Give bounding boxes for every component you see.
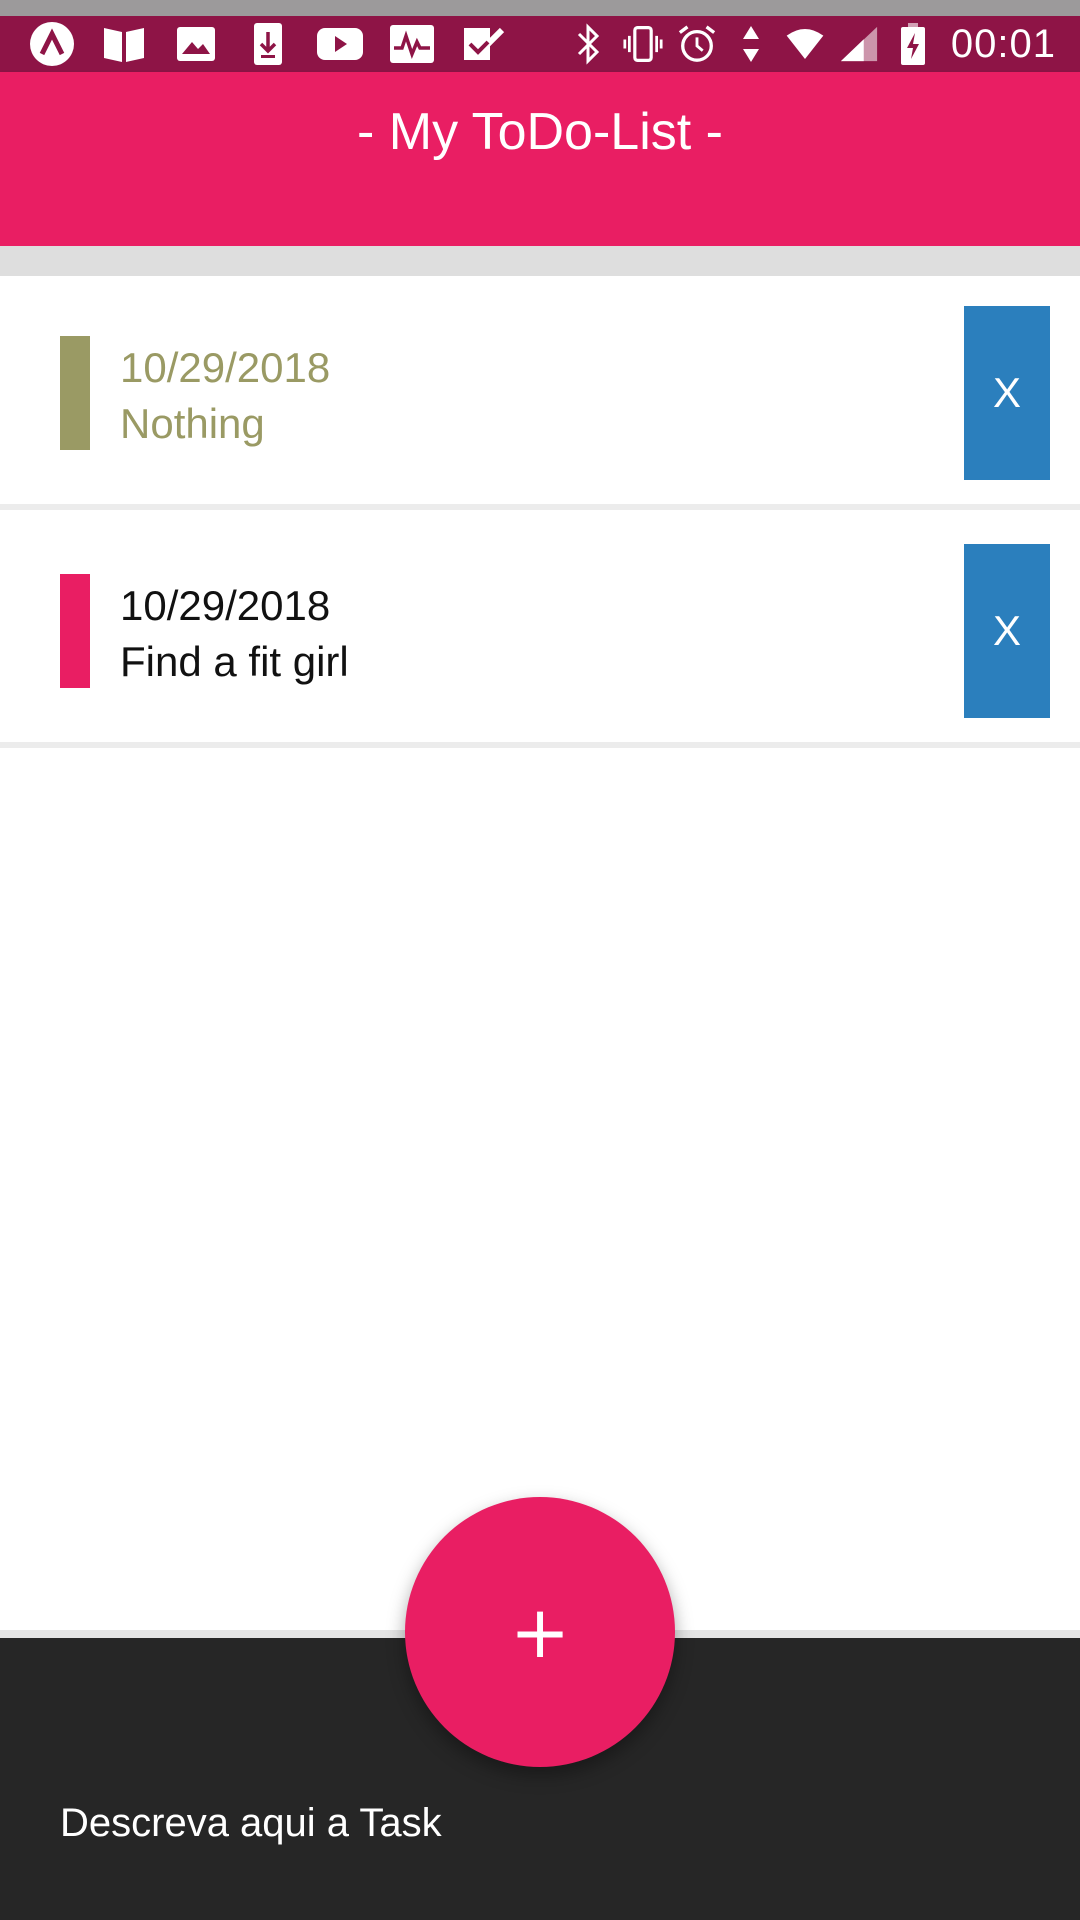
battery-charging-icon (893, 22, 933, 66)
notification-icons (26, 16, 510, 72)
app-bar: - My ToDo-List - (0, 72, 1080, 246)
vibrate-icon (623, 22, 663, 66)
data-arrows-icon (731, 22, 771, 66)
bluetooth-icon (569, 22, 609, 66)
download-icon (242, 22, 294, 66)
status-bar: 00:01 (0, 0, 1080, 72)
task-date: 10/29/2018 (120, 582, 331, 629)
wifi-icon (785, 22, 825, 66)
youtube-icon (314, 22, 366, 66)
system-icons: 00:01 (569, 16, 1056, 72)
task-color-marker (60, 574, 90, 688)
delete-task-button[interactable]: X (964, 544, 1050, 718)
image-icon (170, 22, 222, 66)
task-description-input[interactable] (60, 1788, 1020, 1858)
task-item[interactable]: 10/29/2018 Nothing X (0, 276, 1080, 510)
task-color-marker (60, 336, 90, 450)
task-text: Nothing (120, 400, 265, 447)
activity-icon (386, 22, 438, 66)
status-time: 00:01 (950, 21, 1056, 66)
task-date: 10/29/2018 (120, 344, 331, 391)
divider (0, 246, 1080, 276)
add-task-button[interactable]: + (405, 1497, 675, 1767)
alarm-icon (677, 22, 717, 66)
page-title: - My ToDo-List - (357, 103, 723, 161)
check-icon (458, 22, 510, 66)
signal-icon (839, 22, 879, 66)
app-a-icon (26, 22, 78, 66)
task-text: Find a fit girl (120, 638, 349, 685)
task-list: 10/29/2018 Nothing X 10/29/2018 Find a f… (0, 276, 1080, 748)
plus-icon: + (509, 1590, 571, 1674)
book-icon (98, 22, 150, 66)
task-item[interactable]: 10/29/2018 Find a fit girl X (0, 514, 1080, 748)
delete-task-button[interactable]: X (964, 306, 1050, 480)
